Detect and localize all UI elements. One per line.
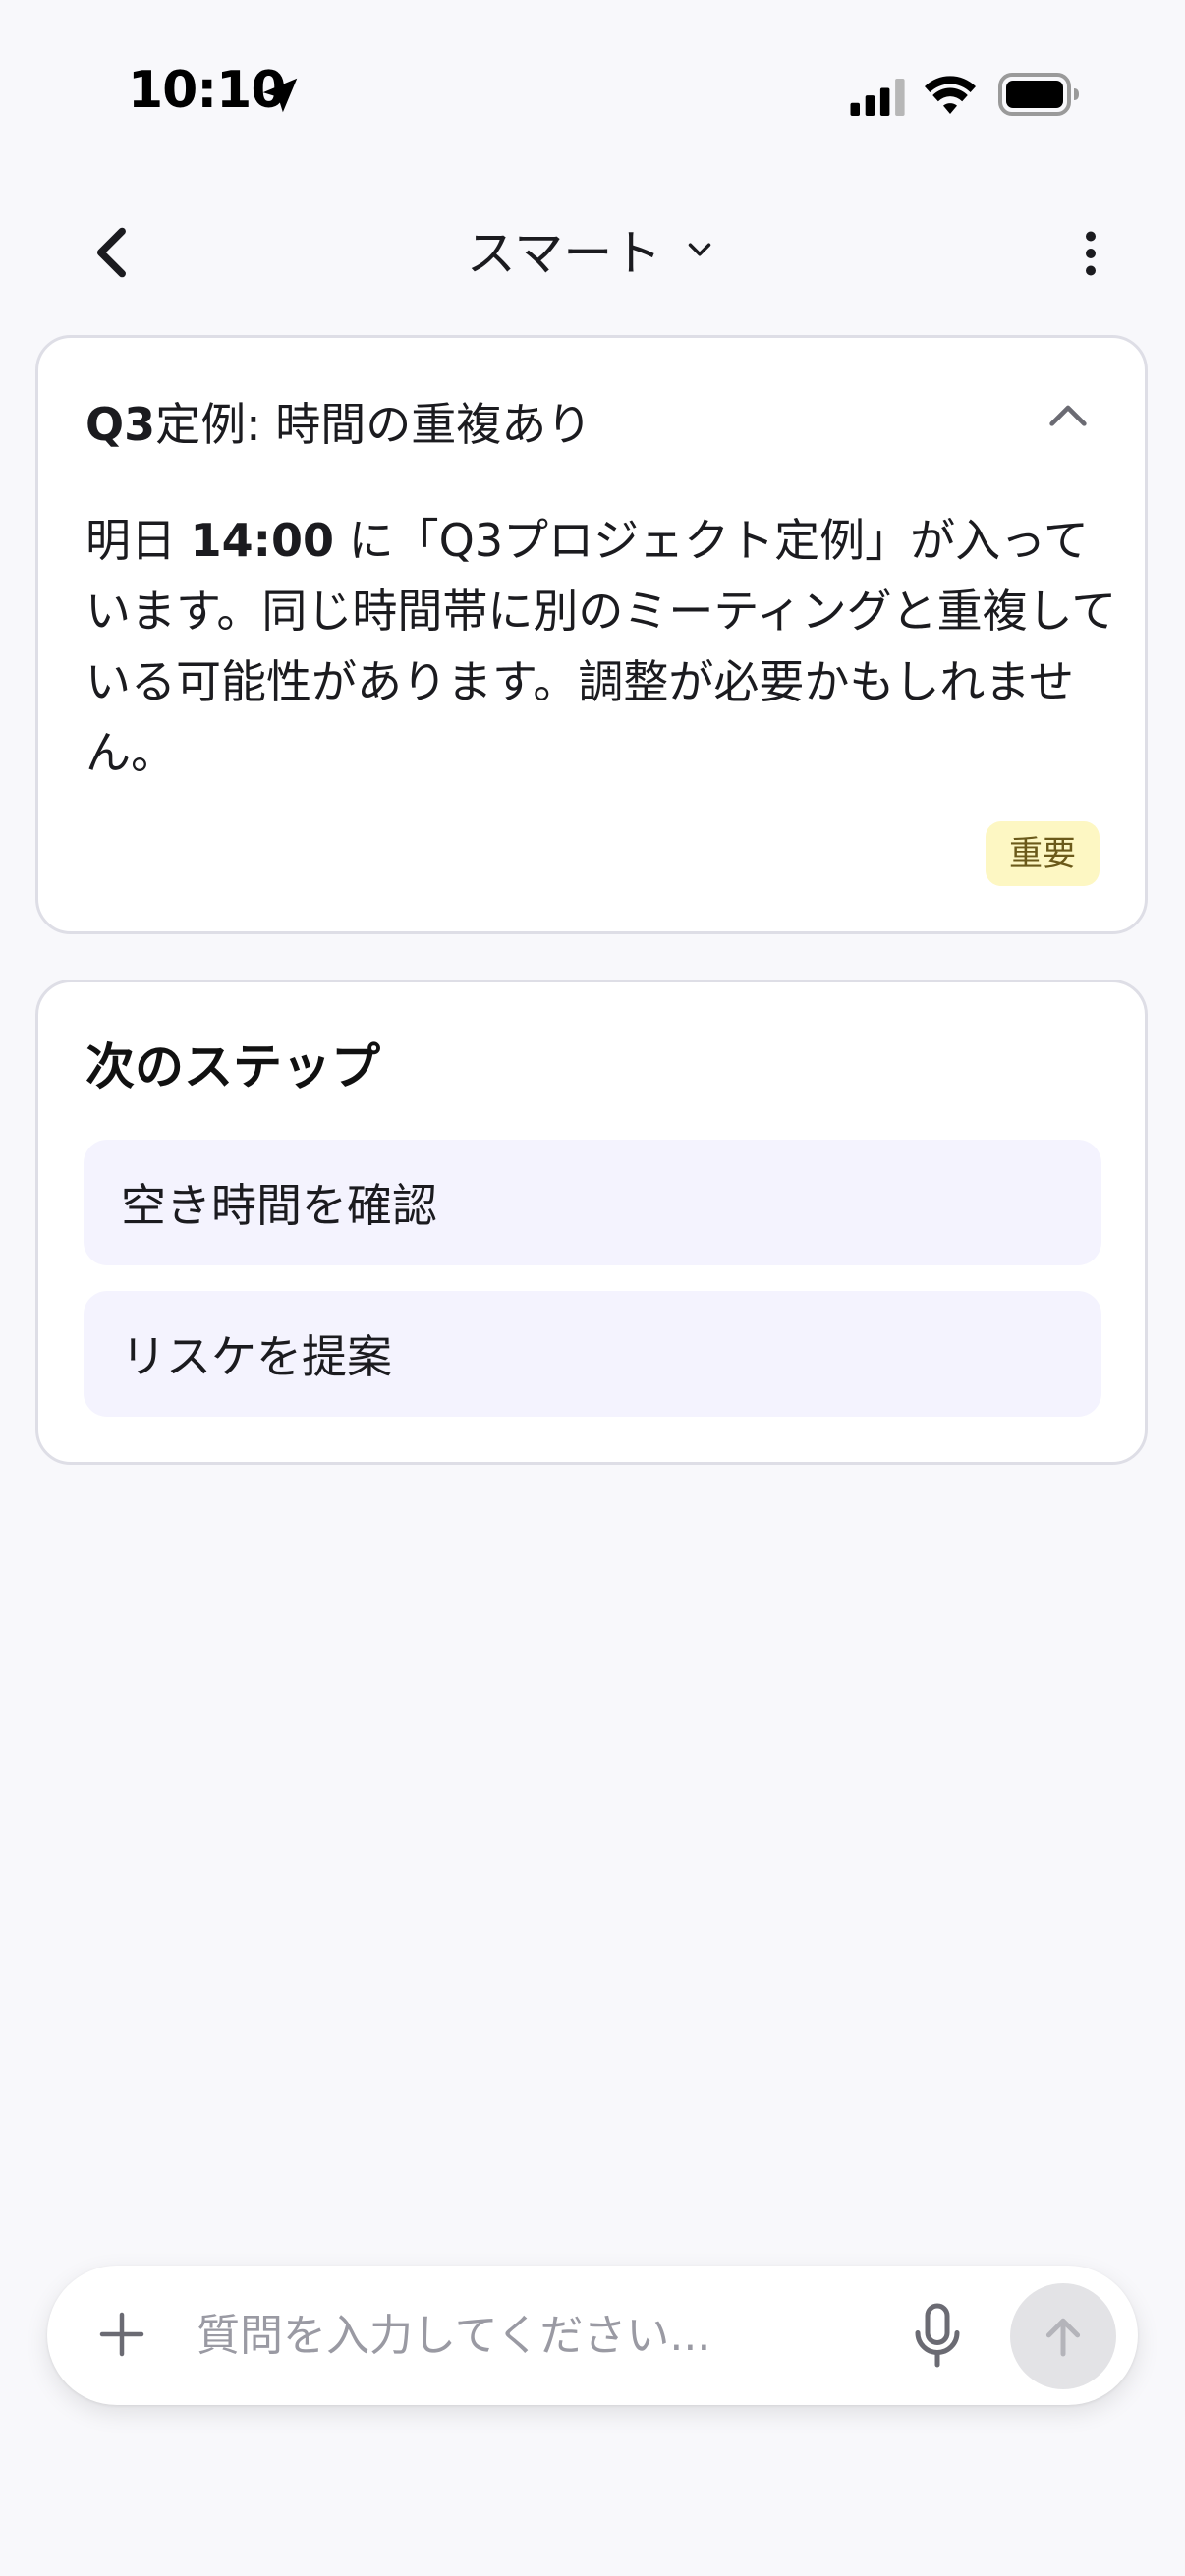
send-button[interactable] xyxy=(1010,2283,1116,2389)
propose-reschedule-button[interactable]: リスケを提案 xyxy=(84,1291,1101,1417)
conflict-alert-card: Q3定例: 時間の重複あり 明日 14:00 に「Q3プロジェクト定例」が入って… xyxy=(35,335,1148,934)
mode-selector: スマート xyxy=(0,214,1185,285)
mode-dropdown[interactable]: スマート xyxy=(467,214,719,285)
priority-badge: 重要 xyxy=(986,821,1100,886)
check-free-time-button[interactable]: 空き時間を確認 xyxy=(84,1140,1101,1265)
next-steps-card: 次のステップ 空き時間を確認 リスケを提案 xyxy=(35,980,1148,1465)
alert-body: 明日 14:00 に「Q3プロジェクト定例」が入っています。同じ時間帯に別のミー… xyxy=(85,505,1117,788)
arrow-up-icon xyxy=(1045,2318,1081,2357)
step-label: 空き時間を確認 xyxy=(121,1179,437,1232)
nav-bar: スマート xyxy=(0,187,1185,314)
microphone-icon[interactable] xyxy=(908,2301,967,2370)
alert-body-time: 14:00 xyxy=(190,514,335,567)
plus-icon[interactable] xyxy=(92,2305,151,2364)
alert-body-prefix: 明日 xyxy=(85,514,191,567)
question-input[interactable] xyxy=(197,2299,786,2372)
wifi-icon xyxy=(925,76,976,114)
alert-title-bold: Q3 xyxy=(85,398,156,451)
step-label: リスケを提案 xyxy=(121,1330,392,1383)
chevron-down-icon xyxy=(689,243,711,256)
alert-title: Q3定例: 時間の重複あり xyxy=(85,389,592,454)
chevron-up-icon[interactable] xyxy=(1041,387,1096,442)
mode-title: スマート xyxy=(466,225,662,282)
location-arrow-icon xyxy=(262,78,298,113)
battery-icon xyxy=(998,73,1079,116)
status-bar: 10:10 xyxy=(0,0,1185,187)
next-steps-title: 次のステップ xyxy=(85,1038,380,1095)
composer-bar xyxy=(47,2266,1138,2405)
more-vertical-icon[interactable] xyxy=(1061,222,1120,285)
alert-title-text: 定例: 時間の重複あり xyxy=(155,398,592,451)
cellular-signal-icon xyxy=(850,79,905,116)
